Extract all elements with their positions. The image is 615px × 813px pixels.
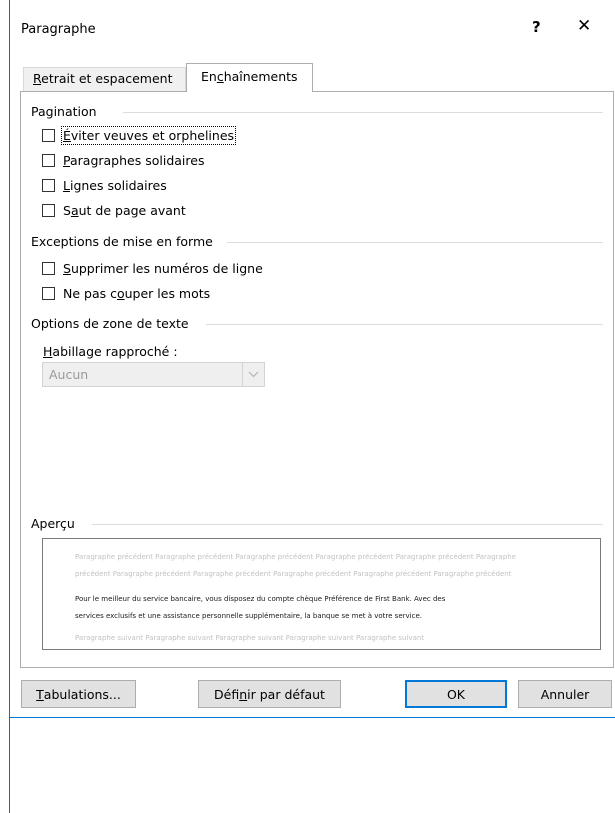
tab-label-post: etrait et espacement	[41, 71, 173, 86]
checkbox-label: Paragraphes solidaires	[63, 153, 205, 168]
checkbox-box[interactable]	[42, 262, 55, 275]
close-icon: ✕	[577, 16, 592, 36]
tight-wrap-select[interactable]: Aucun	[42, 362, 265, 387]
exceptions-heading: Exceptions de mise en forme	[31, 234, 213, 249]
dialog-bottom-border	[9, 717, 615, 718]
cancel-button[interactable]: Annuler	[518, 680, 612, 708]
checkbox-label: Ne pas couper les mots	[63, 286, 211, 301]
ok-button[interactable]: OK	[405, 680, 507, 708]
tab-line-page-breaks[interactable]: Enchaînements	[186, 63, 313, 92]
chevron-down-icon[interactable]	[242, 363, 264, 386]
keep-with-next-checkbox[interactable]: Paragraphes solidaires	[42, 153, 204, 168]
tabs-button[interactable]: Tabulations...	[21, 680, 136, 708]
group-divider	[92, 524, 603, 525]
tab-label-post: haînements	[223, 69, 298, 84]
checkbox-box[interactable]	[42, 129, 55, 142]
wrap-label: Habillage rapproché :	[43, 344, 178, 359]
checkbox-box[interactable]	[42, 204, 55, 217]
group-divider	[206, 324, 603, 325]
tab-label-key: R	[33, 71, 42, 86]
preview-next-line: Paragraphe suivant Paragraphe suivant Pa…	[75, 634, 425, 642]
preview-main-line: Pour le meilleur du service bancaire, vo…	[75, 595, 446, 603]
group-divider	[123, 112, 603, 113]
checkbox-label: Saut de page avant	[63, 203, 186, 218]
tab-indents-spacing[interactable]: Retrait et espacement	[23, 67, 186, 91]
textbox-options-heading: Options de zone de texte	[31, 316, 189, 331]
close-button[interactable]: ✕	[577, 16, 591, 36]
pagination-heading: Pagination	[31, 104, 97, 119]
checkbox-label: Éviter veuves et orphelines	[60, 126, 237, 145]
keep-lines-together-checkbox[interactable]: Lignes solidaires	[42, 178, 167, 193]
checkbox-label: Supprimer les numéros de ligne	[63, 261, 263, 276]
checkbox-box[interactable]	[42, 287, 55, 300]
dont-hyphenate-checkbox[interactable]: Ne pas couper les mots	[42, 286, 210, 301]
tab-label-key: c	[216, 69, 224, 84]
preview-main-line: services exclusifs et une assistance per…	[75, 612, 422, 620]
set-as-default-button[interactable]: Défi n ir par défaut	[198, 680, 341, 708]
page-break-before-checkbox[interactable]: Saut de page avant	[42, 203, 186, 218]
group-divider	[227, 242, 603, 243]
checkbox-box[interactable]	[42, 154, 55, 167]
checkbox-label: Lignes solidaires	[63, 178, 167, 193]
suppress-line-numbers-checkbox[interactable]: Supprimer les numéros de ligne	[42, 261, 263, 276]
checkbox-box[interactable]	[42, 179, 55, 192]
preview-prev-line: précédent Paragraphe précédent Paragraph…	[75, 570, 512, 578]
widow-orphan-checkbox[interactable]: Éviter veuves et orphelines	[42, 126, 237, 145]
select-value: Aucun	[49, 367, 89, 382]
help-button[interactable]: ?	[532, 18, 541, 36]
dialog-title: Paragraphe	[21, 22, 96, 37]
preview-prev-line: Paragraphe précédent Paragraphe précéden…	[75, 553, 517, 561]
window-border	[9, 0, 10, 813]
preview-heading: Aperçu	[31, 516, 75, 531]
tab-label-pre: En	[201, 69, 217, 84]
preview-box: Paragraphe précédent Paragraphe précéden…	[42, 538, 601, 650]
